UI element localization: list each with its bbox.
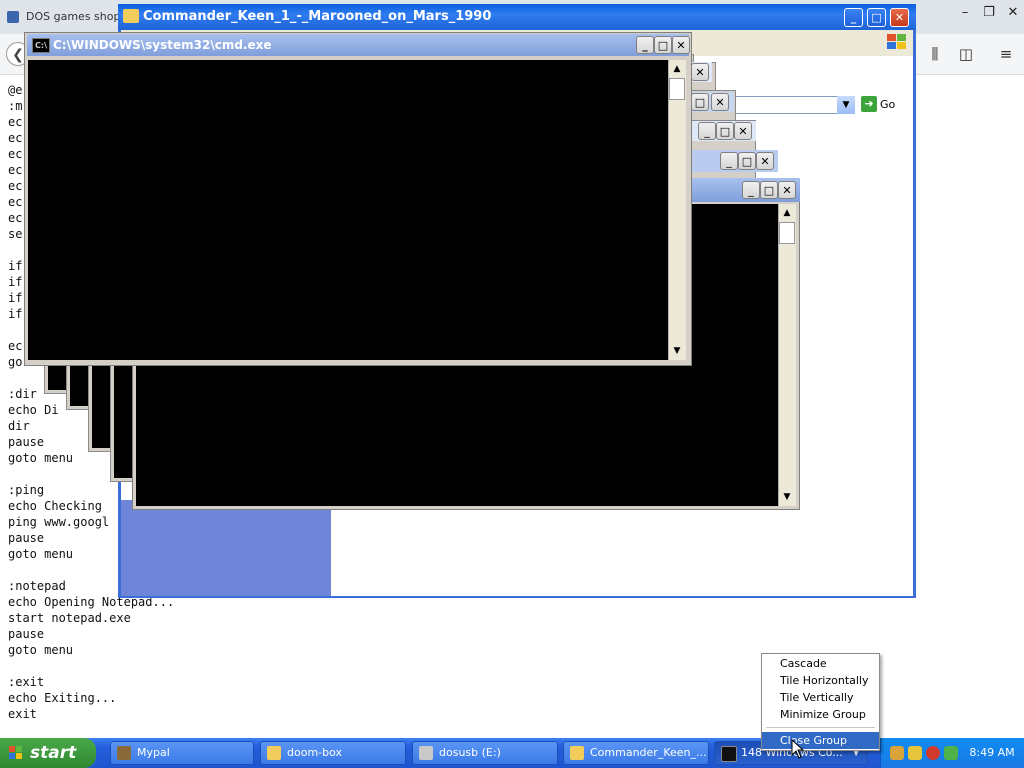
explorer-minimize-button[interactable]: _ — [844, 8, 863, 27]
taskbar-item-label: Mypal — [137, 746, 170, 759]
browser-maximize-button[interactable]: ❐ — [976, 2, 1002, 24]
library-icon[interactable]: ⫼ — [924, 44, 946, 64]
explorer-tasks-pane — [121, 500, 331, 596]
taskbar-item-label: Commander_Keen_... — [590, 746, 707, 759]
cmd-titlebar-stacked[interactable]: □ ✕ — [690, 92, 734, 112]
cmd-titlebar-stacked[interactable]: ✕ — [690, 62, 712, 82]
minimize-icon[interactable]: _ — [698, 122, 716, 140]
scroll-up-icon[interactable]: ▲ — [779, 205, 795, 221]
explorer-close-button[interactable]: ✕ — [890, 8, 909, 27]
start-label: start — [30, 743, 77, 763]
menu-item-tile-vertically[interactable]: Tile Vertically — [762, 689, 879, 706]
security-alert-icon[interactable] — [926, 746, 940, 760]
close-icon[interactable]: ✕ — [756, 152, 774, 170]
close-icon[interactable]: ✕ — [691, 63, 709, 81]
clock[interactable]: 8:49 AM — [966, 738, 1018, 768]
drive-icon — [419, 746, 433, 760]
address-dropdown-icon[interactable]: ▼ — [837, 96, 855, 114]
cmd-console-area — [48, 364, 68, 390]
mypal-icon — [117, 746, 131, 760]
windows-logo-icon — [9, 746, 22, 759]
cmd-console-area — [92, 364, 112, 448]
menu-item-close-group[interactable]: Close Group — [762, 732, 879, 749]
cmd-console-area — [28, 60, 668, 360]
taskbar-item-commander-keen[interactable]: Commander_Keen_... — [563, 741, 709, 765]
scroll-up-icon[interactable]: ▲ — [669, 61, 685, 77]
cmd-close-button[interactable]: ✕ — [672, 36, 690, 54]
sidebar-icon[interactable]: ◫ — [955, 44, 977, 64]
taskbar-item-doom-box[interactable]: doom-box — [260, 741, 406, 765]
folder-icon — [570, 746, 584, 760]
hamburger-menu-icon[interactable]: ≡ — [995, 44, 1017, 64]
cmd-console-area — [114, 364, 134, 478]
scroll-thumb[interactable] — [669, 78, 685, 100]
browser-tab[interactable]: DOS games shop — [0, 4, 118, 30]
taskbar-item-label: doom-box — [287, 746, 343, 759]
maximize-icon[interactable]: □ — [760, 181, 778, 199]
taskbar-item-dosusb[interactable]: dosusb (E:) — [412, 741, 558, 765]
cmd-icon: C:\ — [32, 38, 50, 53]
cmd-minimize-button[interactable]: _ — [636, 36, 654, 54]
scroll-down-icon[interactable]: ▼ — [669, 343, 685, 359]
cmd-back-titlebar[interactable]: _ □ ✕ — [690, 178, 800, 202]
cmd-scrollbar[interactable] — [668, 60, 686, 360]
mouse-cursor-icon — [791, 739, 805, 759]
close-icon[interactable]: ✕ — [734, 122, 752, 140]
menu-separator — [766, 727, 875, 728]
close-icon[interactable]: ✕ — [711, 93, 729, 111]
menu-item-minimize-group[interactable]: Minimize Group — [762, 706, 879, 723]
browser-tab-title: DOS games shop — [26, 10, 118, 23]
minimize-icon[interactable]: _ — [742, 181, 760, 199]
folder-icon — [267, 746, 281, 760]
taskbar-item-label: dosusb (E:) — [439, 746, 501, 759]
browser-minimize-button[interactable]: – — [952, 2, 978, 24]
cmd-titlebar[interactable]: C:\ C:\WINDOWS\system32\cmd.exe _ □ ✕ — [27, 34, 690, 56]
folder-icon — [123, 9, 139, 23]
cmd-titlebar-stacked[interactable]: _ □ ✕ — [690, 150, 778, 172]
go-button[interactable]: ➜ Go — [861, 96, 907, 114]
cmd-title: C:\WINDOWS\system32\cmd.exe — [53, 38, 272, 52]
close-icon[interactable]: ✕ — [778, 181, 796, 199]
maximize-icon[interactable]: □ — [716, 122, 734, 140]
explorer-maximize-button[interactable]: □ — [867, 8, 886, 27]
floppy-icon — [7, 11, 19, 23]
explorer-titlebar[interactable]: Commander_Keen_1_-_Marooned_on_Mars_1990… — [118, 4, 916, 30]
shield-icon[interactable] — [908, 746, 922, 760]
menu-item-cascade[interactable]: Cascade — [762, 655, 879, 672]
cmd-maximize-button[interactable]: □ — [654, 36, 672, 54]
cmd-titlebar-stacked[interactable]: _ □ ✕ — [690, 121, 756, 141]
start-button[interactable]: start — [0, 738, 96, 768]
scroll-thumb[interactable] — [779, 222, 795, 244]
taskbar-item-mypal[interactable]: Mypal — [110, 741, 254, 765]
minimize-icon[interactable]: _ — [720, 152, 738, 170]
tray-tool-icon[interactable] — [890, 746, 904, 760]
cmd-scrollbar[interactable] — [778, 204, 796, 506]
scroll-down-icon[interactable]: ▼ — [779, 489, 795, 505]
windows-logo-icon — [887, 34, 906, 49]
go-arrow-icon: ➜ — [861, 96, 877, 112]
go-label: Go — [880, 98, 896, 111]
cmd-icon — [721, 746, 737, 762]
maximize-icon[interactable]: □ — [691, 93, 709, 111]
maximize-icon[interactable]: □ — [738, 152, 756, 170]
cmd-console-area — [70, 364, 90, 406]
menu-item-tile-horizontally[interactable]: Tile Horizontally — [762, 672, 879, 689]
network-icon[interactable] — [944, 746, 958, 760]
browser-close-button[interactable]: ✕ — [1000, 2, 1024, 24]
explorer-title: Commander_Keen_1_-_Marooned_on_Mars_1990 — [143, 9, 492, 24]
